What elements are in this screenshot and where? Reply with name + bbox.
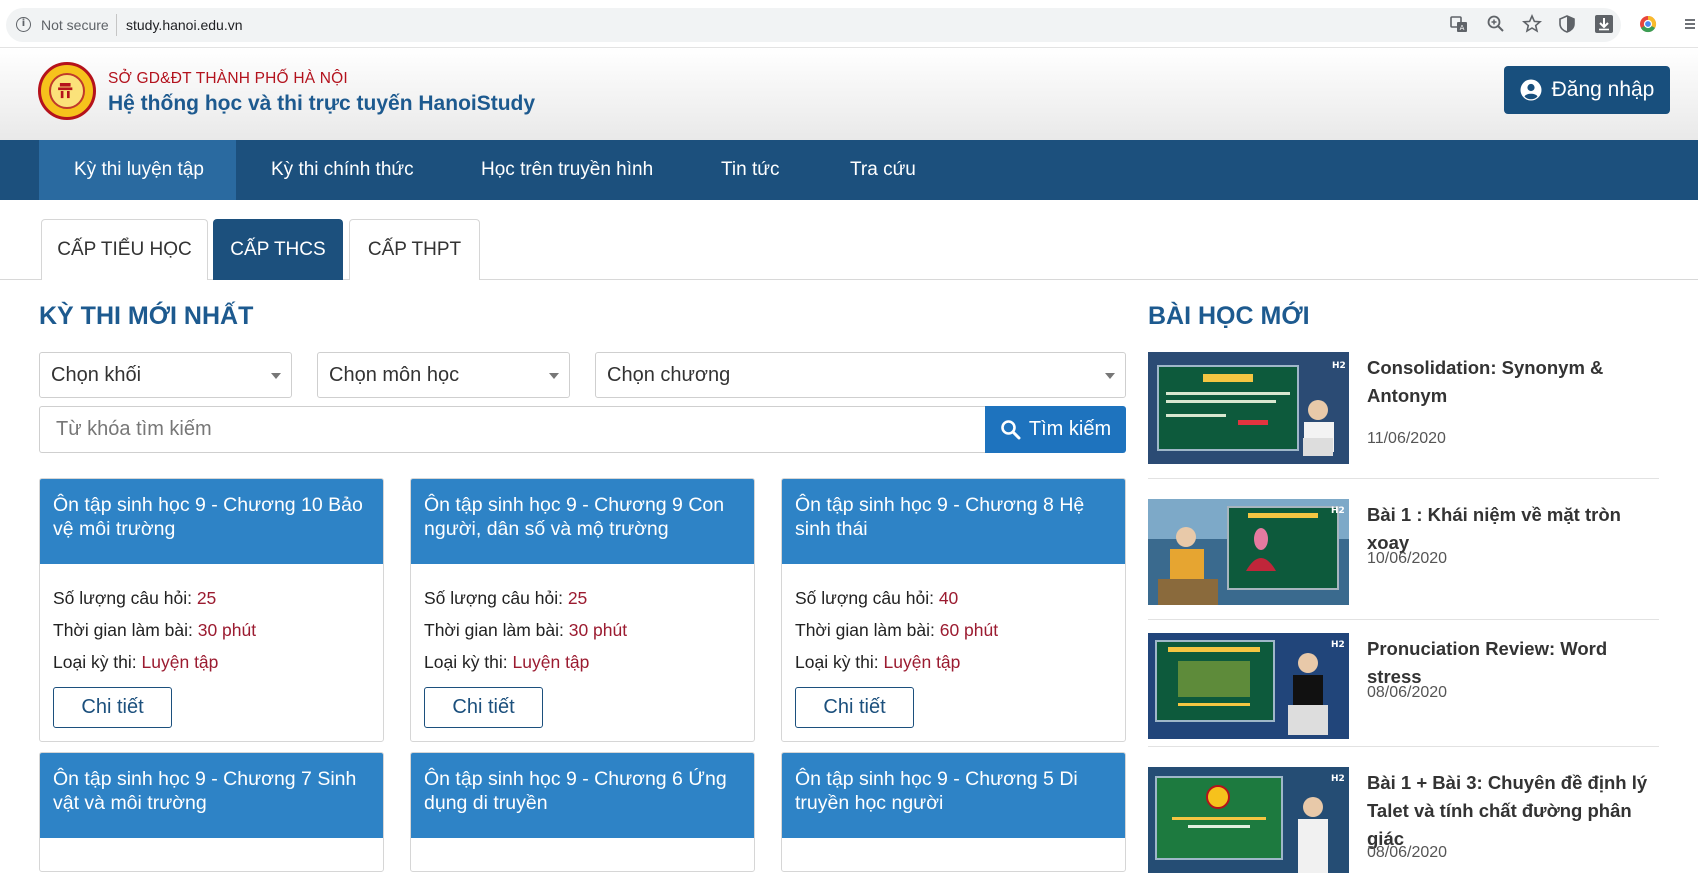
exam-card-title[interactable]: Ôn tập sinh học 9 - Chương 10 Bảo vệ môi… bbox=[40, 479, 383, 564]
login-button[interactable]: Đăng nhập bbox=[1504, 66, 1670, 114]
detail-button[interactable]: Chi tiết bbox=[424, 687, 543, 728]
nav-lookup[interactable]: Tra cứu bbox=[850, 140, 916, 200]
exam-card: Ôn tập sinh học 9 - Chương 7 Sinh vật và… bbox=[39, 752, 384, 872]
exam-card: Ôn tập sinh học 9 - Chương 5 Di truyền h… bbox=[781, 752, 1126, 872]
chapter-select-value: Chọn chương bbox=[607, 364, 731, 386]
chapter-select[interactable]: Chọn chương bbox=[595, 352, 1126, 398]
tab-high-school[interactable]: CẤP THPT bbox=[349, 219, 480, 280]
duration-row: Thời gian làm bài: 60 phút bbox=[795, 620, 999, 640]
shield-icon[interactable] bbox=[1557, 14, 1577, 34]
lesson-thumbnail[interactable]: H2 bbox=[1148, 633, 1349, 739]
exam-card-title[interactable]: Ôn tập sinh học 9 - Chương 8 Hệ sinh thá… bbox=[782, 479, 1125, 564]
question-count-row: Số lượng câu hỏi: 25 bbox=[424, 588, 588, 608]
zoom-icon[interactable] bbox=[1486, 14, 1506, 34]
logo-icon[interactable] bbox=[38, 62, 96, 120]
menu-icon[interactable] bbox=[1683, 14, 1695, 34]
info-icon[interactable]: i bbox=[16, 17, 31, 32]
bookmark-star-icon[interactable] bbox=[1522, 14, 1542, 34]
security-label: Not secure bbox=[41, 17, 109, 33]
lesson-item[interactable]: H2 Pronuciation Review: Word stress 08/0… bbox=[1148, 633, 1659, 739]
lesson-date: 11/06/2020 bbox=[1367, 430, 1446, 447]
lesson-item[interactable]: H2 Bài 1 + Bài 3: Chuyên đề định lý Tale… bbox=[1148, 767, 1659, 873]
subject-select[interactable]: Chọn môn học bbox=[317, 352, 570, 398]
svg-text:H2: H2 bbox=[1331, 774, 1345, 784]
question-count-row: Số lượng câu hỏi: 25 bbox=[53, 588, 217, 608]
login-label: Đăng nhập bbox=[1551, 78, 1655, 101]
lesson-title[interactable]: Bài 1 : Khái niệm về mặt tròn xoay bbox=[1367, 501, 1659, 557]
exam-type-row: Loại kỳ thi: Luyện tập bbox=[53, 652, 219, 672]
tab-primary[interactable]: CẤP TIỂU HỌC bbox=[41, 219, 208, 280]
lesson-thumbnail[interactable]: H2 bbox=[1148, 767, 1349, 873]
logo-emblem bbox=[49, 73, 85, 109]
svg-text:H2: H2 bbox=[1331, 640, 1345, 650]
exam-card-title[interactable]: Ôn tập sinh học 9 - Chương 7 Sinh vật và… bbox=[40, 753, 383, 838]
user-icon bbox=[1520, 79, 1542, 101]
chevron-down-icon bbox=[271, 373, 281, 379]
lesson-title[interactable]: Consolidation: Synonym & Antonym bbox=[1367, 354, 1659, 410]
main-nav: Kỳ thi luyện tập Kỳ thi chính thức Học t… bbox=[0, 140, 1698, 200]
lesson-date: 08/06/2020 bbox=[1367, 684, 1448, 701]
nav-news[interactable]: Tin tức bbox=[721, 140, 779, 200]
exams-section-title: KỲ THI MỚI NHẤT bbox=[39, 302, 254, 330]
search-button-label: Tìm kiếm bbox=[1028, 418, 1112, 440]
exam-card: Ôn tập sinh học 9 - Chương 6 Ứng dụng di… bbox=[410, 752, 755, 872]
exam-card-title[interactable]: Ôn tập sinh học 9 - Chương 9 Con người, … bbox=[411, 479, 754, 564]
download-icon[interactable] bbox=[1594, 14, 1614, 34]
lesson-title[interactable]: Pronuciation Review: Word stress bbox=[1367, 635, 1659, 691]
grade-select[interactable]: Chọn khối bbox=[39, 352, 292, 398]
address-bar[interactable] bbox=[6, 8, 1621, 42]
lesson-divider bbox=[1148, 478, 1659, 479]
nav-tv-learning[interactable]: Học trên truyền hình bbox=[481, 140, 653, 200]
duration-row: Thời gian làm bài: 30 phút bbox=[53, 620, 257, 640]
exam-card: Ôn tập sinh học 9 - Chương 9 Con người, … bbox=[410, 478, 755, 742]
tab-secondary[interactable]: CẤP THCS bbox=[213, 219, 343, 280]
search-button[interactable]: Tìm kiếm bbox=[985, 406, 1126, 453]
lesson-thumbnail[interactable]: H2 bbox=[1148, 499, 1349, 605]
nav-practice-exams[interactable]: Kỳ thi luyện tập bbox=[39, 140, 236, 200]
lessons-section-title: BÀI HỌC MỚI bbox=[1148, 302, 1310, 330]
exam-card-title[interactable]: Ôn tập sinh học 9 - Chương 5 Di truyền h… bbox=[782, 753, 1125, 838]
detail-button[interactable]: Chi tiết bbox=[795, 687, 914, 728]
url-text[interactable]: study.hanoi.edu.vn bbox=[126, 17, 243, 33]
org-name: SỞ GD&ĐT THÀNH PHỐ HÀ NỘI bbox=[108, 70, 348, 87]
lesson-date: 10/06/2020 bbox=[1367, 550, 1448, 567]
search-input[interactable] bbox=[39, 406, 986, 453]
translate-icon[interactable]: A bbox=[1449, 14, 1469, 34]
nav-official-exams[interactable]: Kỳ thi chính thức bbox=[271, 140, 414, 200]
lesson-item[interactable]: H2 Bài 1 : Khái niệm về mặt tròn xoay 10… bbox=[1148, 499, 1659, 605]
exam-type-row: Loại kỳ thi: Luyện tập bbox=[424, 652, 590, 672]
subject-select-value: Chọn môn học bbox=[329, 364, 460, 386]
svg-text:H2: H2 bbox=[1332, 361, 1346, 371]
lesson-item[interactable]: H2 Consolidation: Synonym & Antonym 11/0… bbox=[1148, 352, 1659, 464]
search-icon bbox=[1001, 420, 1021, 440]
exam-type-row: Loại kỳ thi: Luyện tập bbox=[795, 652, 961, 672]
browser-toolbar: i Not secure study.hanoi.edu.vn A bbox=[0, 0, 1698, 48]
url-divider bbox=[116, 14, 117, 36]
lesson-divider bbox=[1148, 746, 1659, 747]
lesson-thumbnail[interactable]: H2 bbox=[1148, 352, 1349, 464]
grade-select-value: Chọn khối bbox=[51, 364, 142, 386]
site-title[interactable]: Hệ thống học và thi trực tuyến HanoiStud… bbox=[108, 92, 535, 116]
detail-button[interactable]: Chi tiết bbox=[53, 687, 172, 728]
lesson-title[interactable]: Bài 1 + Bài 3: Chuyên đề định lý Talet v… bbox=[1367, 769, 1659, 853]
chevron-down-icon bbox=[549, 373, 559, 379]
duration-row: Thời gian làm bài: 30 phút bbox=[424, 620, 628, 640]
exam-card: Ôn tập sinh học 9 - Chương 8 Hệ sinh thá… bbox=[781, 478, 1126, 742]
svg-text:H2: H2 bbox=[1331, 506, 1345, 516]
lesson-divider bbox=[1148, 619, 1659, 620]
exam-card: Ôn tập sinh học 9 - Chương 10 Bảo vệ môi… bbox=[39, 478, 384, 742]
lesson-date: 08/06/2020 bbox=[1367, 844, 1448, 861]
extension-icon[interactable] bbox=[1638, 14, 1658, 34]
question-count-row: Số lượng câu hỏi: 40 bbox=[795, 588, 959, 608]
chevron-down-icon bbox=[1105, 373, 1115, 379]
svg-text:A: A bbox=[1460, 24, 1465, 32]
exam-card-title[interactable]: Ôn tập sinh học 9 - Chương 6 Ứng dụng di… bbox=[411, 753, 754, 838]
